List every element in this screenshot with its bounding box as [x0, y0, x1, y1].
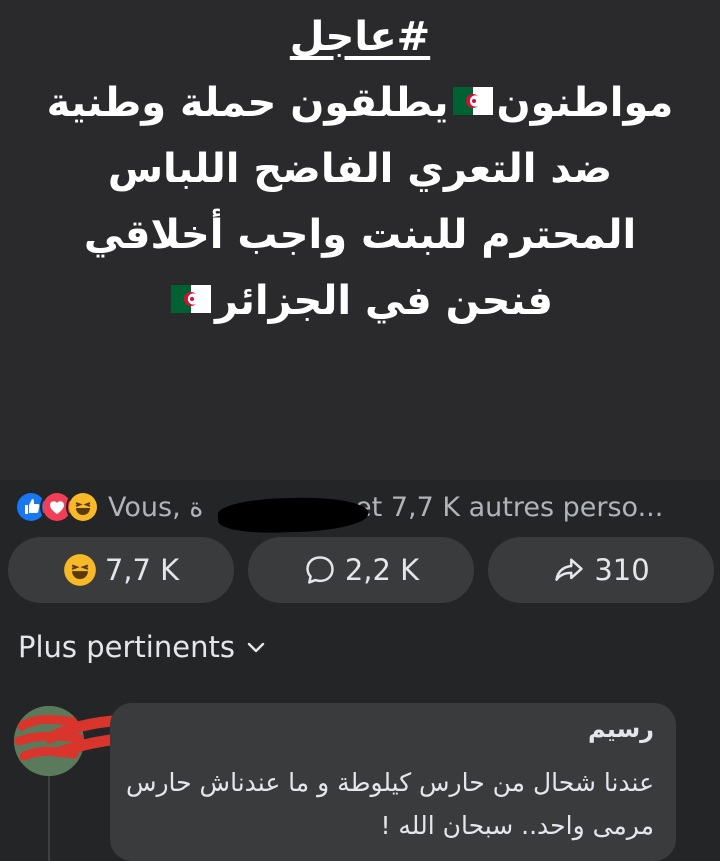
commenter-name[interactable]: رسيم — [588, 715, 654, 743]
post-text: #عاجل مواطنون يطلقون حملة وطنية ضد التعري… — [10, 4, 710, 334]
algeria-flag-icon — [171, 285, 212, 313]
reactors-text: Vous, رة et 7,7 K autres perso... — [108, 492, 663, 523]
post-line-4: فنحن في الجزائر — [10, 268, 710, 334]
share-count: 310 — [594, 553, 650, 587]
post-line-1: مواطنون يطلقون حملة وطنية — [10, 70, 710, 136]
chevron-down-icon — [247, 642, 265, 653]
haha-icon — [66, 490, 100, 524]
algeria-flag-icon — [452, 87, 493, 115]
comment-button[interactable]: 2,2 K — [248, 537, 474, 603]
post-line-4-text: فنحن في الجزائر — [215, 278, 553, 324]
comment-count: 2,2 K — [344, 553, 420, 587]
post-line-2: ضد التعري الفاضح اللباس — [107, 146, 613, 192]
haha-icon — [63, 554, 96, 586]
share-button[interactable]: 310 — [488, 537, 714, 603]
thread-line — [48, 776, 50, 861]
comment-text: عندنا شحال من حارس كيلوطة و ما عندناش حا… — [125, 768, 654, 840]
sort-label: Plus pertinents — [18, 630, 235, 664]
post-line-1-a: مواطنون — [496, 80, 674, 126]
react-count: 7,7 K — [104, 553, 180, 587]
share-icon — [555, 558, 584, 581]
comment-sort-dropdown[interactable]: Plus pertinents — [18, 630, 267, 664]
post-line-1-b: يطلقون حملة وطنية — [46, 80, 449, 126]
post-hashtag[interactable]: #عاجل — [10, 4, 710, 70]
post-image-card[interactable]: #عاجل مواطنون يطلقون حملة وطنية ضد التعري… — [0, 0, 720, 480]
comment-bubble[interactable]: رسيم عندنا شحال من حارس كيلوطة و ما عندن… — [110, 703, 676, 861]
action-bar: 7,7 K 2,2 K 310 — [0, 537, 720, 605]
react-button[interactable]: 7,7 K — [8, 537, 234, 603]
comment-icon — [306, 556, 334, 584]
post-line-3: المحترم للبنت واجب أخلاقي — [83, 212, 637, 258]
